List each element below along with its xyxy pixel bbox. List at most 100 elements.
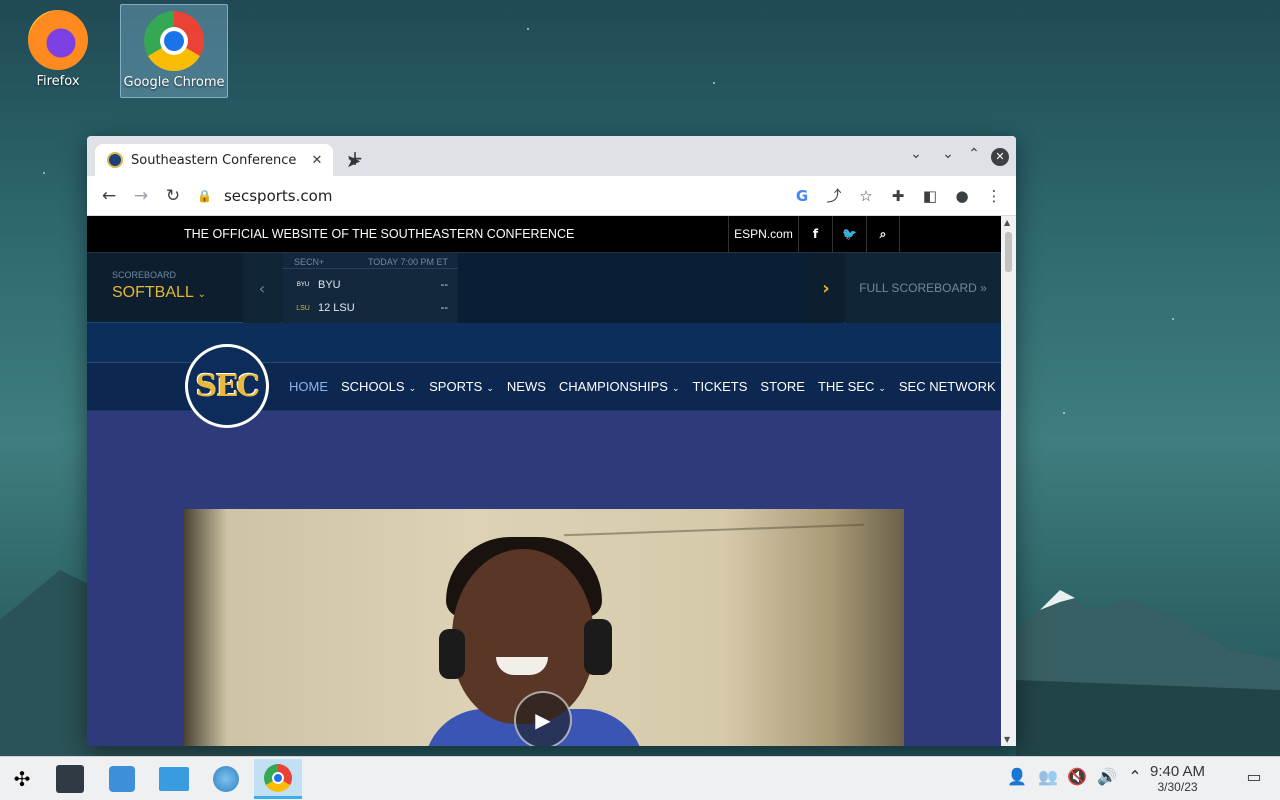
volume-icon[interactable]: 🔊 [1095,767,1119,786]
site-top-bar: THE OFFICIAL WEBSITE OF THE SOUTHEASTERN… [87,216,1001,252]
chevron-down-icon: ⌄ [671,383,680,393]
tab-search-button[interactable]: ⌄ [906,146,926,162]
audio-muted-icon[interactable]: 🔇 [1065,767,1089,786]
address-bar-url: secsports.com [223,186,333,205]
scoreboard-prev-button[interactable]: ‹ [243,253,281,323]
taskbar-chrome-icon[interactable] [254,759,302,799]
desktop-icon-firefox[interactable]: Firefox [4,4,112,98]
sec-logo[interactable]: SEC [185,344,269,428]
scoreboard: SCOREBOARD SOFTBALL ⌄ ‹ SECN+ TODAY 7:00… [87,252,1001,323]
nav-label: THE SEC [817,379,875,394]
maximize-button[interactable]: ⌃ [964,146,984,162]
extensions-icon[interactable]: ✚ [882,180,914,212]
search-icon[interactable]: ⌕ [866,216,900,252]
desktop-icon-google-chrome[interactable]: Google Chrome [120,4,228,98]
chevron-down-icon: ⌄ [408,383,417,393]
page-viewport: THE OFFICIAL WEBSITE OF THE SOUTHEASTERN… [87,216,1001,746]
nav-tickets[interactable]: TICKETS [693,379,748,394]
espn-link[interactable]: ESPN.com [728,216,798,252]
scroll-up-icon[interactable]: ▲ [1004,218,1010,227]
nav-label: STORE [760,379,805,394]
scoreboard-next-button[interactable]: › [808,253,844,323]
scoreboard-track [458,253,808,323]
chevron-down-icon: ⌄ [486,383,494,393]
app-launcher-icon[interactable]: ✣ [0,759,44,799]
tab-close-button[interactable]: ✕ [309,153,325,168]
sec-favicon-icon [107,152,123,168]
nav-schools[interactable]: SCHOOLS ⌄ [341,379,416,394]
nav-sports[interactable]: SPORTS ⌄ [429,379,494,394]
browser-toolbar: ← → ↻ 🔒 secsports.com G ⤴ ☆ ✚ ◧ ● ⋮ [87,176,1016,216]
full-scoreboard-link[interactable]: FULL SCOREBOARD » [845,253,1001,323]
clock-time: 9:40 AM [1150,763,1206,780]
user-status-icon[interactable]: 👤 [1005,767,1029,786]
nav-store[interactable]: STORE [760,379,805,394]
web-browser-globe-icon[interactable] [204,759,248,799]
video-wall-crack [564,523,864,537]
nav-label: HOME [289,379,328,394]
scroll-down-icon[interactable]: ▼ [1004,735,1010,744]
featured-video[interactable]: ▶ [184,509,904,746]
game-divider [282,268,458,269]
nav-home[interactable]: HOME [289,379,328,394]
team-name: 12 LSU [318,302,355,314]
nav-news[interactable]: NEWS [507,379,546,394]
window-close-button[interactable]: ✕ [991,148,1009,166]
forward-button[interactable]: → [125,180,157,212]
menu-kebab-icon[interactable]: ⋮ [978,180,1010,212]
show-desktop-icon[interactable]: ▭ [1242,767,1266,786]
play-icon[interactable]: ▶ [514,691,572,746]
official-website-text: THE OFFICIAL WEBSITE OF THE SOUTHEASTERN… [184,227,575,241]
game-card[interactable]: SECN+ TODAY 7:00 PM ET BYU BYU -- LSU 12… [282,253,458,323]
team-logo: BYU [296,282,310,288]
sec-logo-text: SEC [195,368,260,404]
side-panel-icon[interactable]: ◧ [914,180,946,212]
address-bar[interactable]: 🔒 secsports.com [189,180,786,212]
nav-sec-network[interactable]: SEC NETWORK⌄ [899,379,1001,394]
discover-store-icon[interactable] [100,759,144,799]
scrollbar-thumb[interactable] [1005,232,1012,272]
back-button[interactable]: ← [93,180,125,212]
team-row: LSU 12 LSU -- [294,302,448,314]
nav-the-sec[interactable]: THE SEC ⌄ [818,379,886,394]
facebook-icon[interactable]: f [798,216,832,252]
clock[interactable]: 9:40 AM 3/30/23 [1150,763,1205,794]
hero-section: ▶ [87,411,1001,746]
tray-expand-chevron-icon[interactable]: ⌃ [1123,767,1147,786]
twitter-icon[interactable]: 🐦 [832,216,866,252]
system-settings-icon[interactable] [48,759,92,799]
scoreboard-label: SCOREBOARD [112,270,177,280]
team-score: -- [440,279,448,291]
video-headset-left [439,629,465,679]
team-name: BYU [318,279,341,291]
kde-connect-icon[interactable]: 👥 [1036,767,1060,786]
game-network: SECN+ [294,257,325,267]
share-icon[interactable]: ⤴ [818,180,850,212]
nav-label: SCHOOLS [341,379,405,394]
taskbar: ✣ 👤 👥 🔇 🔊 ⌃ 9:40 AM 3/30/23 ▭ [0,756,1280,800]
game-time: TODAY 7:00 PM ET [367,257,448,267]
main-nav: SEC HOME SCHOOLS ⌄ SPORTS ⌄ NEWS CHAMPIONS… [87,344,1001,428]
browser-tab[interactable]: Southeastern Conference ✕ [95,144,333,176]
team-logo: LSU [296,304,310,312]
chevron-down-icon: ⌄ [197,289,207,300]
file-manager-icon[interactable] [152,759,196,799]
lock-icon: 🔒 [197,188,212,203]
nav-label: CHAMPIONSHIPS [558,379,668,394]
sport-selector[interactable]: SOFTBALL ⌄ [112,284,206,302]
reload-button[interactable]: ↻ [157,180,189,212]
desktop-icon-label: Firefox [36,74,80,89]
profile-avatar-icon[interactable]: ● [946,180,978,212]
google-lens-icon[interactable]: G [786,180,818,212]
bookmark-star-icon[interactable]: ☆ [850,180,882,212]
tab-title: Southeastern Conference [131,152,297,168]
page-scrollbar[interactable]: ▲ ▼ [1001,216,1016,746]
chrome-icon [144,11,204,71]
minimize-button[interactable]: ⌄ [938,146,958,162]
tab-strip: Southeastern Conference ✕ + ⌄ ⌄ ⌃ ✕ [87,136,1016,176]
mouse-cursor-icon: ➤ [346,151,362,172]
team-score: -- [440,302,448,314]
nav-championships[interactable]: CHAMPIONSHIPS ⌄ [559,379,680,394]
nav-label: TICKETS [692,379,748,394]
team-row: BYU BYU -- [294,279,448,291]
